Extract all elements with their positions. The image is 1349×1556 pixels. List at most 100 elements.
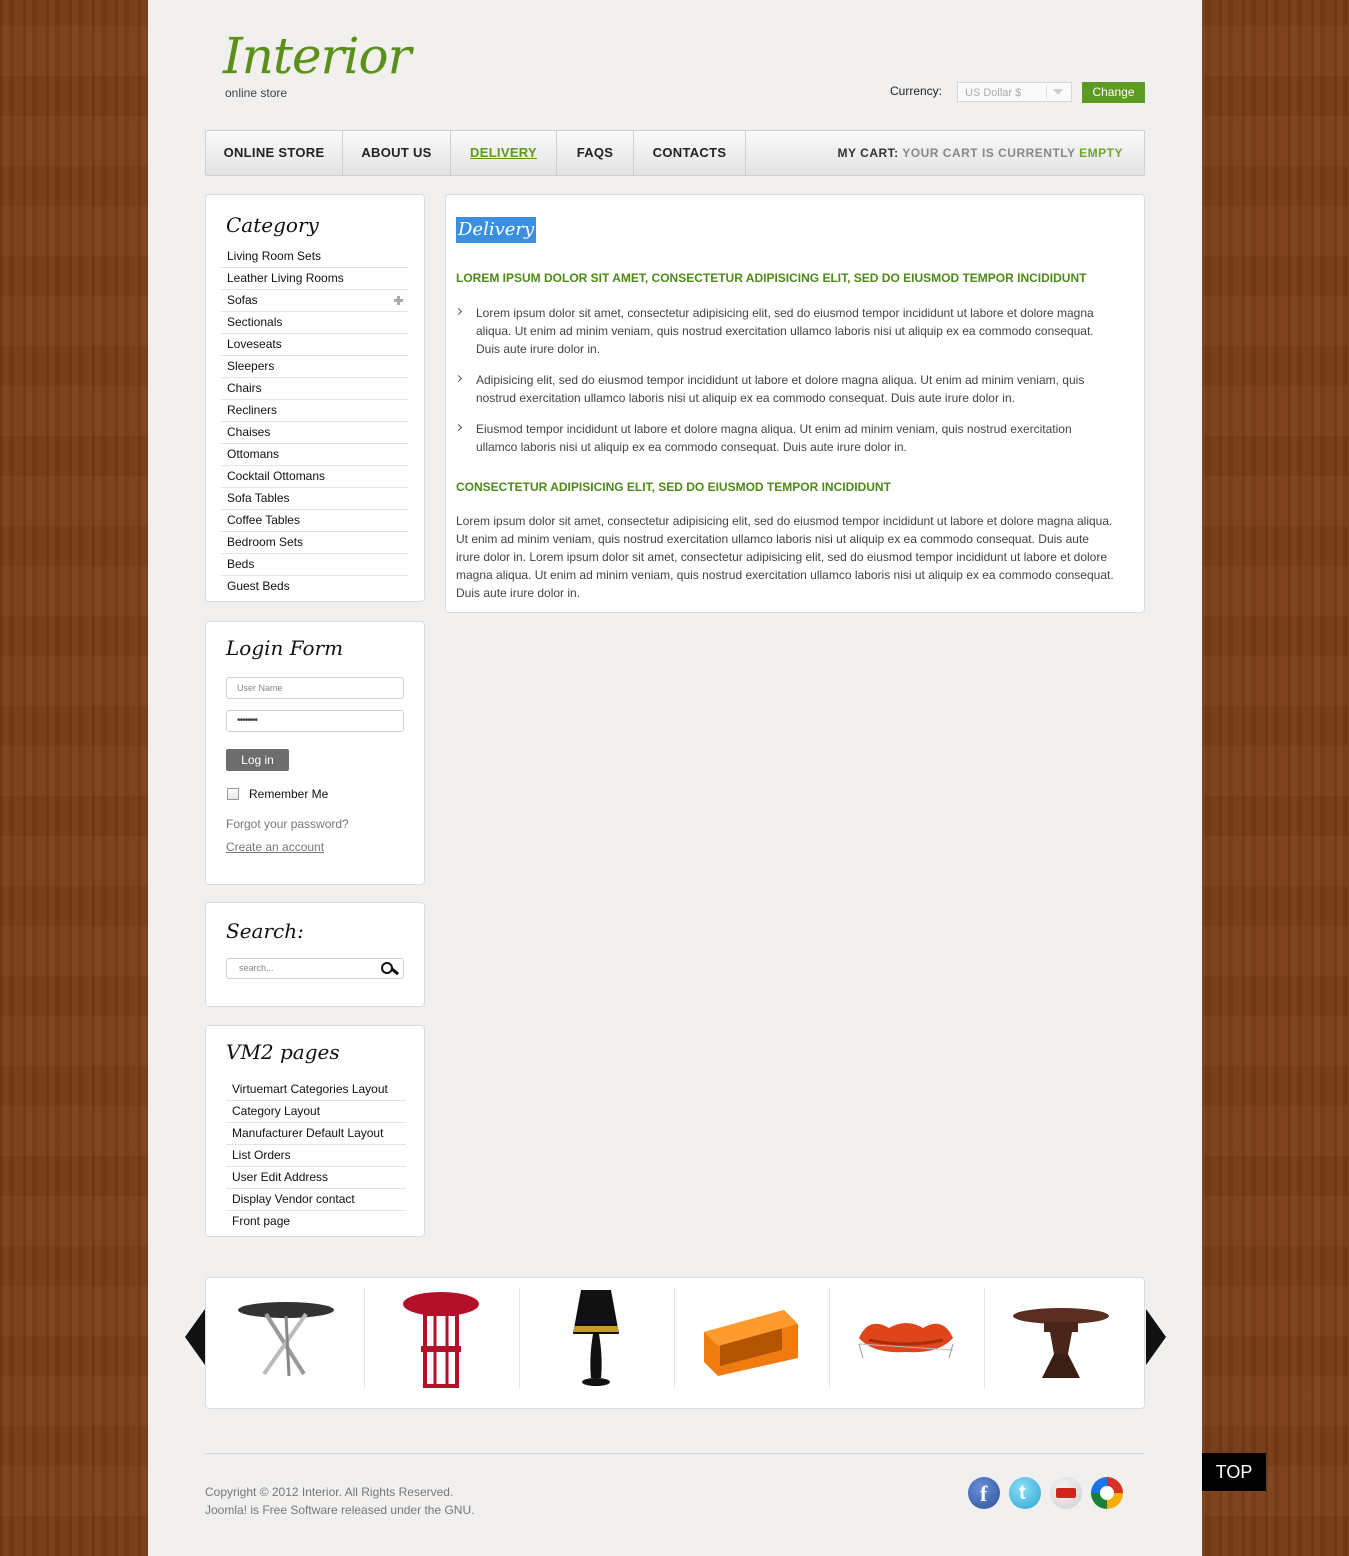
search-box: Search: search... — [205, 902, 425, 1007]
cart-status: EMPTY — [1079, 146, 1123, 160]
copyright-text: Copyright © 2012 Interior. All Rights Re… — [205, 1485, 454, 1499]
category-item[interactable]: Beds — [221, 555, 409, 576]
category-item[interactable]: Sofas — [221, 291, 409, 312]
cart-label: MY CART: — [837, 146, 899, 160]
main-nav: ONLINE STORE ABOUT US DELIVERY FAQS CONT… — [205, 130, 1145, 176]
category-item[interactable]: Sectionals — [221, 313, 409, 334]
vm2-title: VM2 pages — [226, 1040, 340, 1064]
category-item[interactable]: Leather Living Rooms — [221, 269, 409, 290]
search-title: Search: — [226, 919, 304, 943]
content-paragraph: Lorem ipsum dolor sit amet, consectetur … — [456, 514, 1114, 600]
carousel-item[interactable] — [829, 1288, 985, 1388]
cart-message: YOUR CART IS CURRENTLY — [902, 146, 1076, 160]
carousel-next-arrow[interactable] — [1146, 1309, 1166, 1365]
vm2-item[interactable]: Display Vendor contact — [226, 1190, 406, 1211]
orange-sofa-icon — [858, 1323, 954, 1359]
carousel-item[interactable] — [364, 1288, 520, 1388]
red-stool-icon — [403, 1292, 479, 1388]
carousel-item[interactable] — [674, 1288, 830, 1388]
category-box: Category Living Room Sets Leather Living… — [205, 194, 425, 602]
vm2-item[interactable]: Front page — [226, 1212, 406, 1232]
username-input[interactable]: User Name — [226, 677, 404, 699]
category-item[interactable]: Guest Beds — [221, 577, 409, 597]
currency-label: Currency: — [890, 84, 943, 98]
bullet-text: Adipisicing elit, sed do eiusmod tempor … — [476, 373, 1085, 405]
category-item[interactable]: Living Room Sets — [221, 247, 409, 268]
search-input[interactable]: search... — [226, 958, 404, 979]
orange-box-table-icon — [704, 1310, 798, 1376]
license-text: Joomla! is Free Software released under … — [205, 1503, 475, 1517]
bullet-item: Lorem ipsum dolor sit amet, consectetur … — [454, 304, 1106, 358]
nav-faqs[interactable]: FAQS — [557, 131, 634, 175]
vm2-item[interactable]: Manufacturer Default Layout — [226, 1124, 406, 1145]
bullet-text: Eiusmod tempor incididunt ut labore et d… — [476, 422, 1072, 454]
category-item-label: Sofas — [227, 293, 258, 307]
carousel-prev-arrow[interactable] — [185, 1309, 205, 1365]
chevron-right-icon — [454, 374, 463, 383]
category-item[interactable]: Bedroom Sets — [221, 533, 409, 554]
vm2-item[interactable]: User Edit Address — [226, 1168, 406, 1189]
footer-divider — [205, 1453, 1145, 1454]
bullet-item: Adipisicing elit, sed do eiusmod tempor … — [454, 371, 1106, 407]
carousel-item[interactable] — [519, 1288, 675, 1388]
login-button[interactable]: Log in — [226, 749, 289, 771]
change-currency-button[interactable]: Change — [1082, 82, 1145, 103]
nav-about-us[interactable]: ABOUT US — [343, 131, 451, 175]
vm2-list: Virtuemart Categories Layout Category La… — [226, 1080, 406, 1233]
category-item[interactable]: Loveseats — [221, 335, 409, 356]
content-box: Delivery LOREM IPSUM DOLOR SIT AMET, CON… — [445, 194, 1145, 613]
black-lamp-icon — [573, 1290, 619, 1386]
search-icon[interactable] — [381, 962, 400, 976]
back-to-top-button[interactable]: TOP — [1202, 1453, 1266, 1491]
carousel-item[interactable] — [209, 1288, 365, 1388]
currency-select[interactable]: US Dollar $ — [957, 82, 1072, 102]
logo-title[interactable]: Interior — [223, 26, 412, 86]
category-title: Category — [226, 213, 319, 237]
select-divider — [1046, 85, 1047, 99]
product-carousel — [205, 1277, 1145, 1409]
chevron-down-icon — [1053, 89, 1063, 95]
create-account-link[interactable]: Create an account — [226, 840, 324, 854]
category-item[interactable]: Cocktail Ottomans — [221, 467, 409, 488]
content-bullets: Lorem ipsum dolor sit amet, consectetur … — [454, 304, 1106, 469]
bullet-item: Eiusmod tempor incididunt ut labore et d… — [454, 420, 1106, 456]
glass-table-icon — [238, 1302, 334, 1377]
category-item[interactable]: Sleepers — [221, 357, 409, 378]
currency-value: US Dollar $ — [965, 87, 1022, 99]
logo-subtitle: online store — [225, 86, 288, 100]
category-item[interactable]: Recliners — [221, 401, 409, 422]
cart-summary[interactable]: MY CART: YOUR CART IS CURRENTLY EMPTY — [838, 131, 1123, 175]
carousel-item[interactable] — [984, 1288, 1139, 1388]
bullet-text: Lorem ipsum dolor sit amet, consectetur … — [476, 306, 1094, 356]
chevron-right-icon — [454, 423, 463, 432]
search-placeholder: search... — [239, 963, 274, 973]
twitter-icon[interactable]: t — [1009, 1477, 1041, 1509]
vm2-item[interactable]: List Orders — [226, 1146, 406, 1167]
category-item[interactable]: Coffee Tables — [221, 511, 409, 532]
google-icon[interactable] — [1091, 1477, 1123, 1509]
nav-online-store[interactable]: ONLINE STORE — [206, 131, 343, 175]
youtube-icon[interactable] — [1050, 1477, 1082, 1509]
category-item[interactable]: Chaises — [221, 423, 409, 444]
expand-plus-icon[interactable] — [394, 296, 403, 305]
login-title: Login Form — [226, 636, 344, 660]
vm2-item[interactable]: Category Layout — [226, 1102, 406, 1123]
category-item[interactable]: Ottomans — [221, 445, 409, 466]
category-item[interactable]: Sofa Tables — [221, 489, 409, 510]
remember-label: Remember Me — [249, 787, 329, 801]
forgot-password-link[interactable]: Forgot your password? — [226, 817, 349, 831]
category-item[interactable]: Chairs — [221, 379, 409, 400]
vm2-item[interactable]: Virtuemart Categories Layout — [226, 1080, 406, 1101]
footer-text: Copyright © 2012 Interior. All Rights Re… — [205, 1483, 474, 1519]
facebook-icon[interactable]: f — [968, 1477, 1000, 1509]
login-box: Login Form User Name •••••••• Log in Rem… — [205, 621, 425, 885]
nav-delivery[interactable]: DELIVERY — [451, 131, 557, 175]
brown-table-icon — [1013, 1308, 1109, 1378]
content-heading-2: CONSECTETUR ADIPISICING ELIT, SED DO EIU… — [456, 480, 891, 494]
category-list: Living Room Sets Leather Living Rooms So… — [221, 247, 409, 598]
nav-contacts[interactable]: CONTACTS — [634, 131, 746, 175]
remember-checkbox[interactable] — [227, 788, 239, 800]
password-input[interactable]: •••••••• — [226, 710, 404, 732]
chevron-right-icon — [454, 307, 463, 316]
vm2-pages-box: VM2 pages Virtuemart Categories Layout C… — [205, 1025, 425, 1237]
